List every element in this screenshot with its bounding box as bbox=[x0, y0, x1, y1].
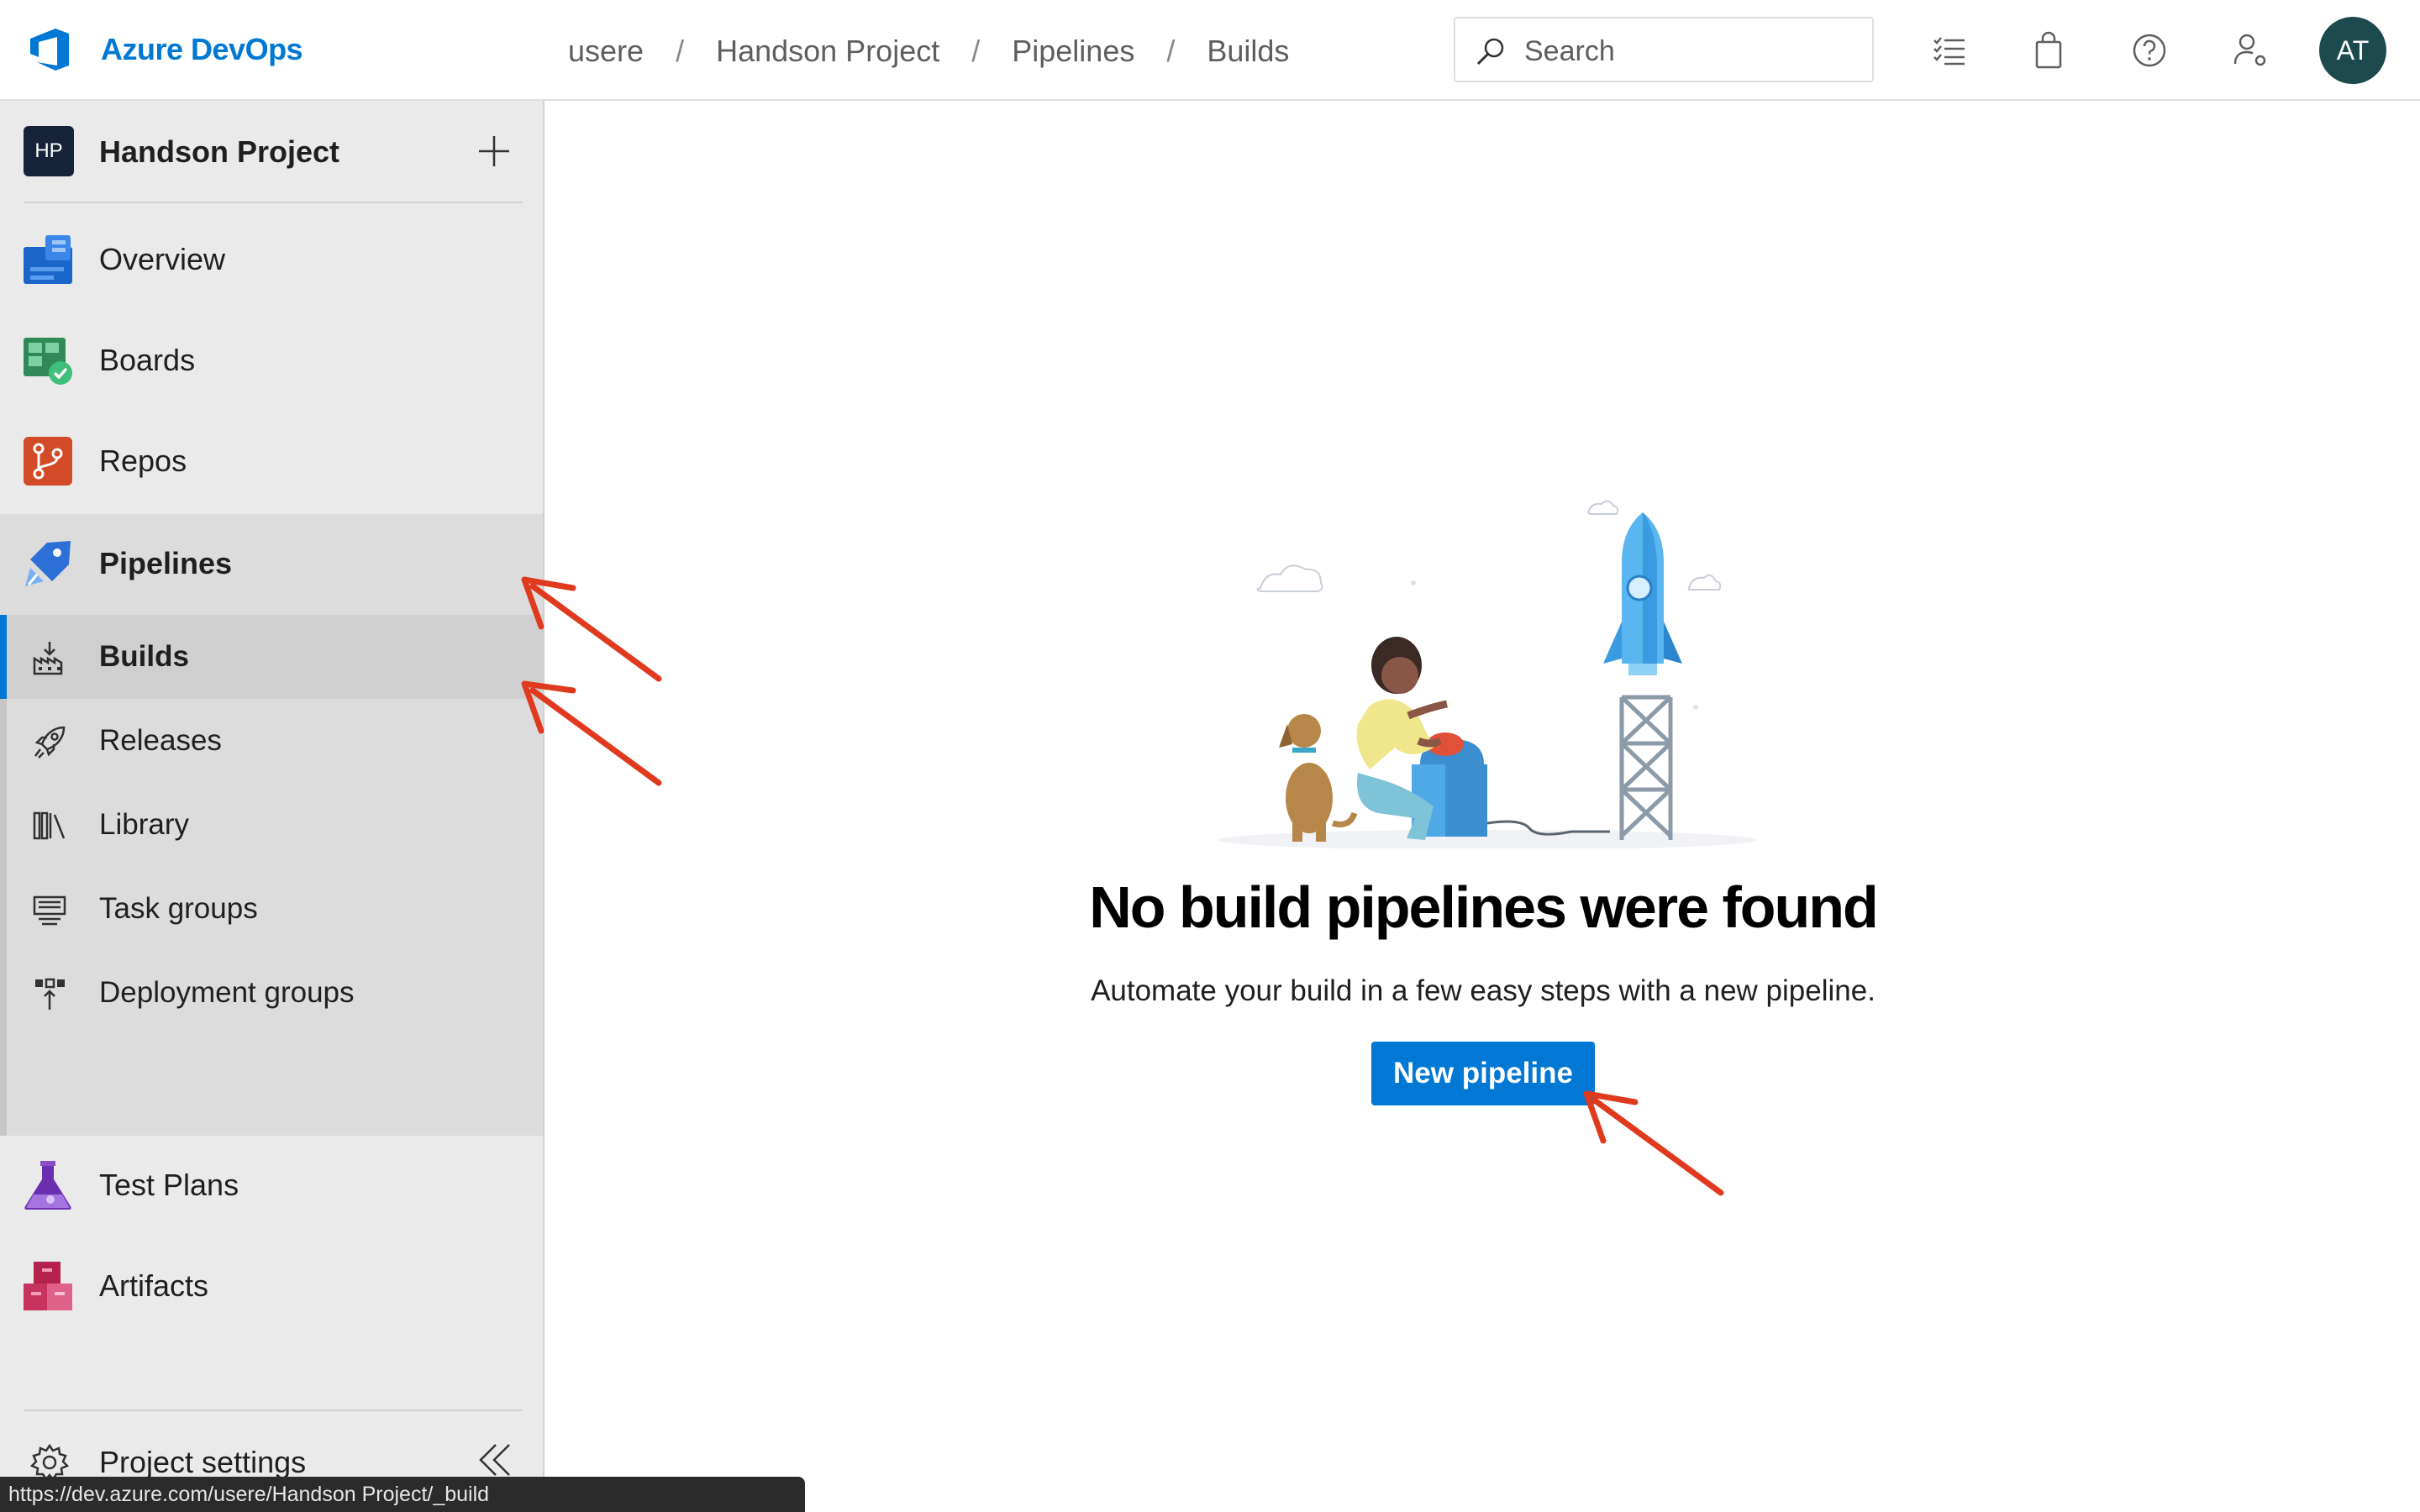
empty-state-illustration bbox=[1218, 500, 1756, 848]
empty-state-title: No build pipelines were found bbox=[1089, 874, 1879, 940]
status-url-bar: https://dev.azure.com/usere/Handson Proj… bbox=[0, 1477, 805, 1512]
releases-rocket-icon bbox=[34, 726, 66, 759]
pipelines-icon bbox=[25, 541, 71, 586]
sidebar-subitem-label: Deployment groups bbox=[99, 976, 355, 1009]
sidebar-item-repos[interactable]: Repos bbox=[0, 412, 543, 512]
sidebar-item-overview[interactable]: Overview bbox=[0, 210, 543, 311]
add-icon[interactable] bbox=[474, 131, 514, 171]
annotation-arrow bbox=[521, 680, 662, 786]
help-icon[interactable] bbox=[2129, 30, 2170, 71]
sidebar-subitem-label: Builds bbox=[99, 640, 189, 673]
search-box[interactable] bbox=[1454, 17, 1874, 82]
boards-icon bbox=[24, 338, 72, 385]
test-plans-flask-icon bbox=[24, 1161, 71, 1210]
sidebar-subitem-builds[interactable]: Builds bbox=[0, 615, 543, 699]
sidebar: HP Handson Project Overview Boards Repos… bbox=[0, 101, 544, 1512]
new-pipeline-button[interactable]: New pipeline bbox=[1371, 1042, 1595, 1105]
repos-icon bbox=[24, 437, 72, 486]
annotation-arrow bbox=[1583, 1090, 1724, 1196]
task-groups-icon bbox=[33, 895, 66, 926]
deployment-groups-icon bbox=[35, 978, 65, 1010]
breadcrumb-project[interactable]: Handson Project bbox=[716, 34, 939, 69]
sidebar-item-label: Artifacts bbox=[99, 1268, 209, 1303]
artifacts-icon bbox=[24, 1262, 72, 1310]
empty-state-description: Automate your build in a few easy steps … bbox=[1091, 974, 1876, 1007]
sidebar-item-test-plans[interactable]: Test Plans bbox=[0, 1136, 543, 1236]
sidebar-subitem-task-groups[interactable]: Task groups bbox=[0, 867, 543, 951]
sidebar-item-label: Boards bbox=[99, 343, 196, 377]
brand-name[interactable]: Azure DevOps bbox=[101, 32, 303, 67]
project-name[interactable]: Handson Project bbox=[99, 134, 339, 170]
avatar[interactable]: AT bbox=[2319, 17, 2386, 84]
library-icon bbox=[33, 811, 66, 840]
collapse-sidebar-icon[interactable] bbox=[472, 1438, 516, 1482]
sidebar-item-pipelines[interactable]: Pipelines bbox=[0, 514, 543, 615]
sidebar-item-label: Overview bbox=[99, 242, 226, 276]
sidebar-item-boards[interactable]: Boards bbox=[0, 311, 543, 412]
builds-icon bbox=[33, 642, 63, 675]
marketplace-bag-icon[interactable] bbox=[2028, 30, 2069, 71]
project-settings-label: Project settings bbox=[99, 1445, 307, 1479]
project-badge[interactable]: HP bbox=[24, 126, 74, 176]
breadcrumb-separator: / bbox=[971, 34, 981, 68]
sidebar-item-label: Test Plans bbox=[99, 1168, 239, 1202]
divider bbox=[24, 202, 523, 203]
breadcrumb: usere / Handson Project / Pipelines / Bu… bbox=[568, 32, 1289, 71]
sidebar-subitem-deployment-groups[interactable]: Deployment groups bbox=[0, 951, 543, 1035]
breadcrumb-separator: / bbox=[676, 34, 685, 68]
sidebar-item-artifacts[interactable]: Artifacts bbox=[0, 1236, 543, 1337]
search-input[interactable] bbox=[1523, 30, 1862, 72]
sidebar-subitem-label: Task groups bbox=[99, 892, 258, 925]
breadcrumb-org[interactable]: usere bbox=[568, 34, 644, 69]
user-settings-icon[interactable] bbox=[2230, 30, 2270, 71]
task-list-icon[interactable] bbox=[1929, 30, 1970, 71]
pipelines-submenu: Builds Releases Library Task groups Depl… bbox=[0, 615, 543, 1136]
sidebar-subitem-label: Releases bbox=[99, 724, 222, 757]
divider bbox=[24, 1410, 523, 1411]
breadcrumb-pipelines[interactable]: Pipelines bbox=[1012, 34, 1134, 69]
annotation-arrow bbox=[521, 576, 662, 682]
top-bar: Azure DevOps usere / Handson Project / P… bbox=[0, 0, 2420, 101]
selection-indicator bbox=[0, 615, 7, 699]
search-icon bbox=[1476, 38, 1504, 66]
sidebar-subitem-label: Library bbox=[99, 808, 189, 841]
sidebar-subitem-releases[interactable]: Releases bbox=[0, 699, 543, 783]
sidebar-item-label: Repos bbox=[99, 444, 187, 478]
breadcrumb-separator: / bbox=[1166, 34, 1176, 68]
azure-devops-logo-icon[interactable] bbox=[25, 25, 74, 74]
breadcrumb-builds[interactable]: Builds bbox=[1207, 34, 1289, 69]
overview-icon bbox=[24, 235, 72, 284]
sidebar-subitem-library[interactable]: Library bbox=[0, 783, 543, 867]
project-header: HP Handson Project bbox=[0, 101, 544, 200]
sidebar-item-label: Pipelines bbox=[99, 546, 233, 580]
